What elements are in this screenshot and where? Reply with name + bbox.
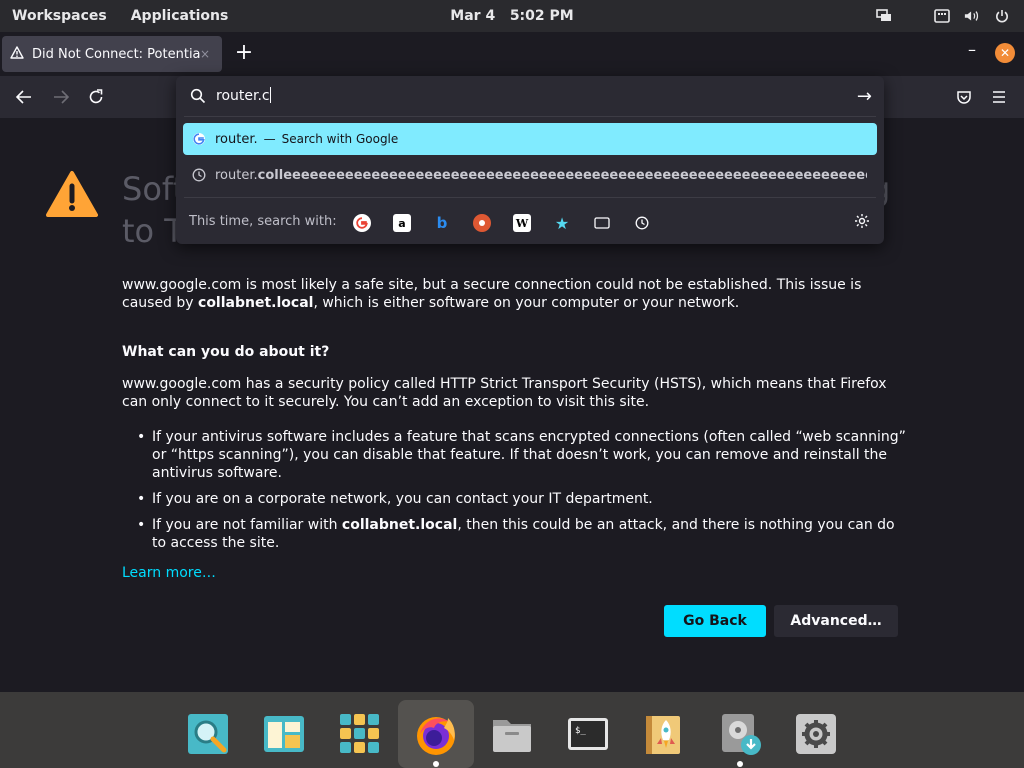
one-off-label: This time, search with:	[189, 214, 337, 229]
suggestion-search-google[interactable]: router. — Search with Google	[183, 123, 877, 155]
dock-applications-grid[interactable]	[322, 700, 398, 768]
advanced-button[interactable]: Advanced…	[774, 605, 898, 637]
dock-settings[interactable]	[778, 700, 854, 768]
bing-engine-icon[interactable]: b	[433, 214, 451, 232]
bookmarks-star-icon[interactable]: ★	[553, 214, 571, 233]
system-top-bar: Workspaces Applications Mar 4 5:02 PM	[0, 0, 1024, 32]
tab-did-not-connect[interactable]: Did Not Connect: Potential ×	[2, 36, 222, 72]
settings-gear-icon	[796, 714, 836, 754]
tab-strip: Did Not Connect: Potential × +	[0, 32, 1024, 76]
workspaces-button[interactable]: Workspaces	[12, 8, 107, 24]
keyboard-icon[interactable]	[934, 8, 950, 24]
list-item: If you are not familiar with collabnet.l…	[137, 516, 908, 552]
power-icon[interactable]	[994, 8, 1010, 24]
dock-firefox[interactable]	[398, 700, 474, 768]
advice-list: If your antivirus software includes a fe…	[137, 428, 908, 560]
amazon-engine-icon[interactable]: a	[393, 214, 411, 232]
window-close-button[interactable]: ✕	[995, 43, 1015, 63]
list-item: If you are on a corporate network, you c…	[137, 490, 908, 508]
search-icon	[190, 88, 206, 108]
learn-more-link[interactable]: Learn more…	[122, 565, 216, 581]
url-input[interactable]: router.c →	[176, 76, 884, 116]
tab-title: Did Not Connect: Potential	[32, 46, 200, 62]
warning-triangle-icon	[46, 170, 98, 222]
tab-close-icon[interactable]: ×	[200, 47, 210, 61]
dock-launcher[interactable]	[626, 700, 702, 768]
display-icon[interactable]	[876, 8, 892, 24]
menu-icon[interactable]	[988, 86, 1010, 108]
proxy-host: collabnet.local	[198, 295, 314, 311]
clock-time[interactable]: 5:02 PM	[510, 8, 574, 24]
applications-button[interactable]: Applications	[131, 8, 229, 24]
search-settings-gear-icon[interactable]	[854, 213, 870, 233]
rocket-notebook-icon	[646, 716, 680, 754]
svg-text:$_: $_	[575, 726, 586, 736]
dock-search-app[interactable]	[170, 700, 246, 768]
minimize-button[interactable]: –	[964, 40, 980, 64]
volume-icon[interactable]	[964, 8, 980, 24]
dock-terminal[interactable]: $_	[550, 700, 626, 768]
warning-icon	[10, 45, 24, 63]
app-grid-icon	[340, 714, 379, 753]
folder-icon	[493, 720, 531, 752]
firefox-icon	[417, 717, 455, 755]
back-button[interactable]	[13, 86, 35, 108]
running-indicator	[737, 761, 743, 767]
what-can-you-do-heading: What can you do about it?	[122, 344, 330, 360]
go-back-button[interactable]: Go Back	[664, 605, 766, 637]
go-arrow-icon[interactable]: →	[857, 86, 872, 107]
wikipedia-engine-icon[interactable]: W	[513, 214, 531, 232]
new-tab-button[interactable]: +	[232, 42, 256, 66]
google-engine-icon[interactable]	[353, 214, 371, 232]
clock-date[interactable]: Mar 4	[450, 8, 495, 24]
dock-installer[interactable]	[702, 700, 778, 768]
magnifier-app-icon	[188, 714, 228, 754]
terminal-icon: $_	[568, 718, 608, 750]
history-icon[interactable]	[633, 214, 651, 232]
history-clock-icon	[183, 168, 215, 182]
duckduckgo-engine-icon[interactable]	[473, 214, 491, 232]
list-item: If your antivirus software includes a fe…	[137, 428, 908, 482]
error-description: www.google.com is most likely a safe sit…	[122, 277, 862, 311]
tabs-icon[interactable]	[593, 214, 611, 232]
url-input-text: router.c	[216, 88, 270, 104]
one-off-search-bar: This time, search with: a b W ★	[176, 204, 884, 240]
suggestion-history[interactable]: router.colleeeeeeeeeeeeeeeeeeeeeeeeeeeee…	[183, 159, 877, 191]
forward-button[interactable]	[50, 86, 72, 108]
dock-files[interactable]	[474, 700, 550, 768]
urlbar-dropdown: router.c → router. — Search with Google …	[176, 76, 884, 244]
disk-download-icon	[722, 714, 761, 755]
google-icon	[183, 132, 215, 146]
window-layout-icon	[264, 716, 304, 752]
running-indicator	[433, 761, 439, 767]
hsts-description: www.google.com has a security policy cal…	[122, 376, 887, 410]
dock-layout-app[interactable]	[246, 700, 322, 768]
reload-button[interactable]	[85, 86, 107, 108]
pocket-icon[interactable]	[953, 86, 975, 108]
